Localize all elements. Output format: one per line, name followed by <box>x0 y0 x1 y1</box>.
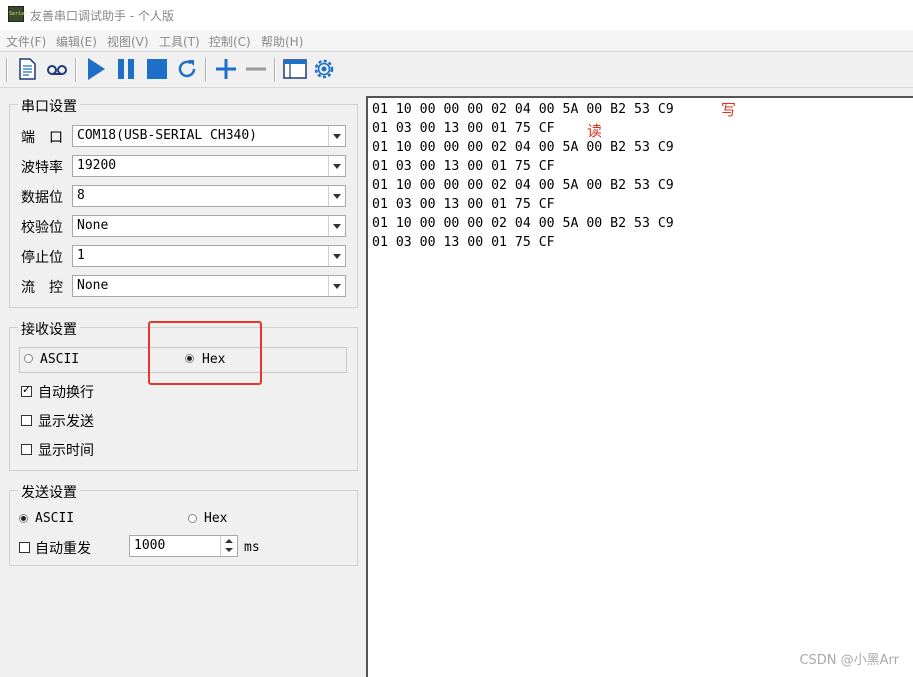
write-annotation: 写 <box>721 101 737 119</box>
toolbar-separator <box>75 58 77 82</box>
chevron-down-icon[interactable] <box>225 548 233 552</box>
data-bits-label: 数据位 <box>21 190 63 206</box>
stop-bits-value: 1 <box>77 248 85 263</box>
add-icon[interactable] <box>213 56 239 82</box>
toolbar-separator <box>6 58 8 82</box>
log-line: 01 10 00 00 00 02 04 00 5A 00 B2 53 C9 <box>372 102 674 117</box>
log-line: 01 03 00 13 00 01 75 CF <box>372 235 555 250</box>
receive-settings-title: 接收设置 <box>18 319 80 339</box>
data-bits-value: 8 <box>77 188 85 203</box>
flow-control-value: None <box>77 278 109 293</box>
resend-interval-stepper[interactable] <box>220 536 237 556</box>
refresh-icon[interactable] <box>174 56 200 82</box>
flow-control-select[interactable]: None <box>72 275 346 297</box>
record-icon[interactable] <box>44 56 70 82</box>
title-bar: Serial 友善串口调试助手 - 个人版 <box>0 0 913 30</box>
chevron-down-icon[interactable] <box>328 186 345 206</box>
parity-label: 校验位 <box>21 220 63 236</box>
watermark: CSDN @小黑Arr <box>799 653 899 668</box>
gear-icon[interactable] <box>311 56 337 82</box>
parity-value: None <box>77 218 109 233</box>
stop-icon[interactable] <box>144 56 170 82</box>
log-line: 01 10 00 00 00 02 04 00 5A 00 B2 53 C9 <box>372 216 674 231</box>
stop-bits-label: 停止位 <box>21 250 63 266</box>
port-label: 端 口 <box>21 130 63 146</box>
receive-ascii-radio[interactable] <box>24 354 33 363</box>
chevron-down-icon[interactable] <box>328 156 345 176</box>
window-title: 友善串口调试助手 - 个人版 <box>30 9 174 23</box>
auto-wrap-label: 自动换行 <box>38 385 94 401</box>
highlight-box <box>148 321 262 385</box>
flow-control-label: 流 控 <box>21 280 63 296</box>
send-hex-label: Hex <box>204 511 228 526</box>
play-icon[interactable] <box>83 56 109 82</box>
send-settings-title: 发送设置 <box>18 482 80 502</box>
read-annotation: 读 <box>587 122 603 140</box>
stop-bits-select[interactable]: 1 <box>72 245 346 267</box>
menu-tools[interactable]: 工具(T) <box>159 33 200 50</box>
auto-resend-checkbox[interactable] <box>19 542 30 553</box>
auto-wrap-checkbox[interactable] <box>21 383 32 397</box>
log-line: 01 10 00 00 00 02 04 00 5A 00 B2 53 C9 <box>372 178 674 193</box>
show-time-checkbox[interactable] <box>21 444 32 455</box>
baud-rate-label: 波特率 <box>21 160 63 176</box>
menu-view[interactable]: 视图(V) <box>107 33 149 50</box>
menu-file[interactable]: 文件(F) <box>6 33 46 50</box>
show-time-label: 显示时间 <box>38 443 94 459</box>
serial-settings-title: 串口设置 <box>18 96 80 116</box>
menu-bar: 文件(F) 编辑(E) 视图(V) 工具(T) 控制(C) 帮助(H) <box>0 30 913 50</box>
menu-control[interactable]: 控制(C) <box>209 33 251 50</box>
log-line: 01 03 00 13 00 01 75 CF <box>372 121 555 136</box>
show-send-label: 显示发送 <box>38 414 94 430</box>
baud-rate-select[interactable]: 19200 <box>72 155 346 177</box>
port-select[interactable]: COM18(USB-SERIAL CH340) <box>72 125 346 147</box>
send-hex-radio[interactable] <box>188 514 197 523</box>
document-icon[interactable] <box>14 56 40 82</box>
parity-select[interactable]: None <box>72 215 346 237</box>
menu-edit[interactable]: 编辑(E) <box>56 33 97 50</box>
chevron-down-icon[interactable] <box>328 126 345 146</box>
chevron-down-icon[interactable] <box>328 216 345 236</box>
interval-unit-label: ms <box>244 540 260 555</box>
resend-interval-input[interactable]: 1000 <box>129 535 238 557</box>
log-line: 01 10 00 00 00 02 04 00 5A 00 B2 53 C9 <box>372 140 674 155</box>
toolbar-separator <box>274 58 276 82</box>
resend-interval-value: 1000 <box>134 538 166 553</box>
receive-ascii-label: ASCII <box>40 352 80 367</box>
baud-rate-value: 19200 <box>77 158 117 173</box>
log-line: 01 03 00 13 00 01 75 CF <box>372 197 555 212</box>
menu-help[interactable]: 帮助(H) <box>261 33 303 50</box>
port-value: COM18(USB-SERIAL CH340) <box>77 128 258 143</box>
receive-text-area[interactable]: 01 10 00 00 00 02 04 00 5A 00 B2 53 C9 0… <box>366 96 913 677</box>
toolbar-separator <box>205 58 207 82</box>
toolbar <box>0 51 913 88</box>
send-ascii-radio[interactable] <box>19 514 28 523</box>
chevron-down-icon[interactable] <box>328 246 345 266</box>
app-icon: Serial <box>8 6 27 22</box>
chevron-down-icon[interactable] <box>328 276 345 296</box>
pause-icon[interactable] <box>113 56 139 82</box>
show-send-checkbox[interactable] <box>21 415 32 426</box>
chevron-up-icon[interactable] <box>225 539 233 543</box>
remove-icon[interactable] <box>243 56 269 82</box>
window-icon[interactable] <box>282 56 308 82</box>
auto-resend-label: 自动重发 <box>35 541 91 557</box>
log-line: 01 03 00 13 00 01 75 CF <box>372 159 555 174</box>
data-bits-select[interactable]: 8 <box>72 185 346 207</box>
send-ascii-label: ASCII <box>35 511 75 526</box>
